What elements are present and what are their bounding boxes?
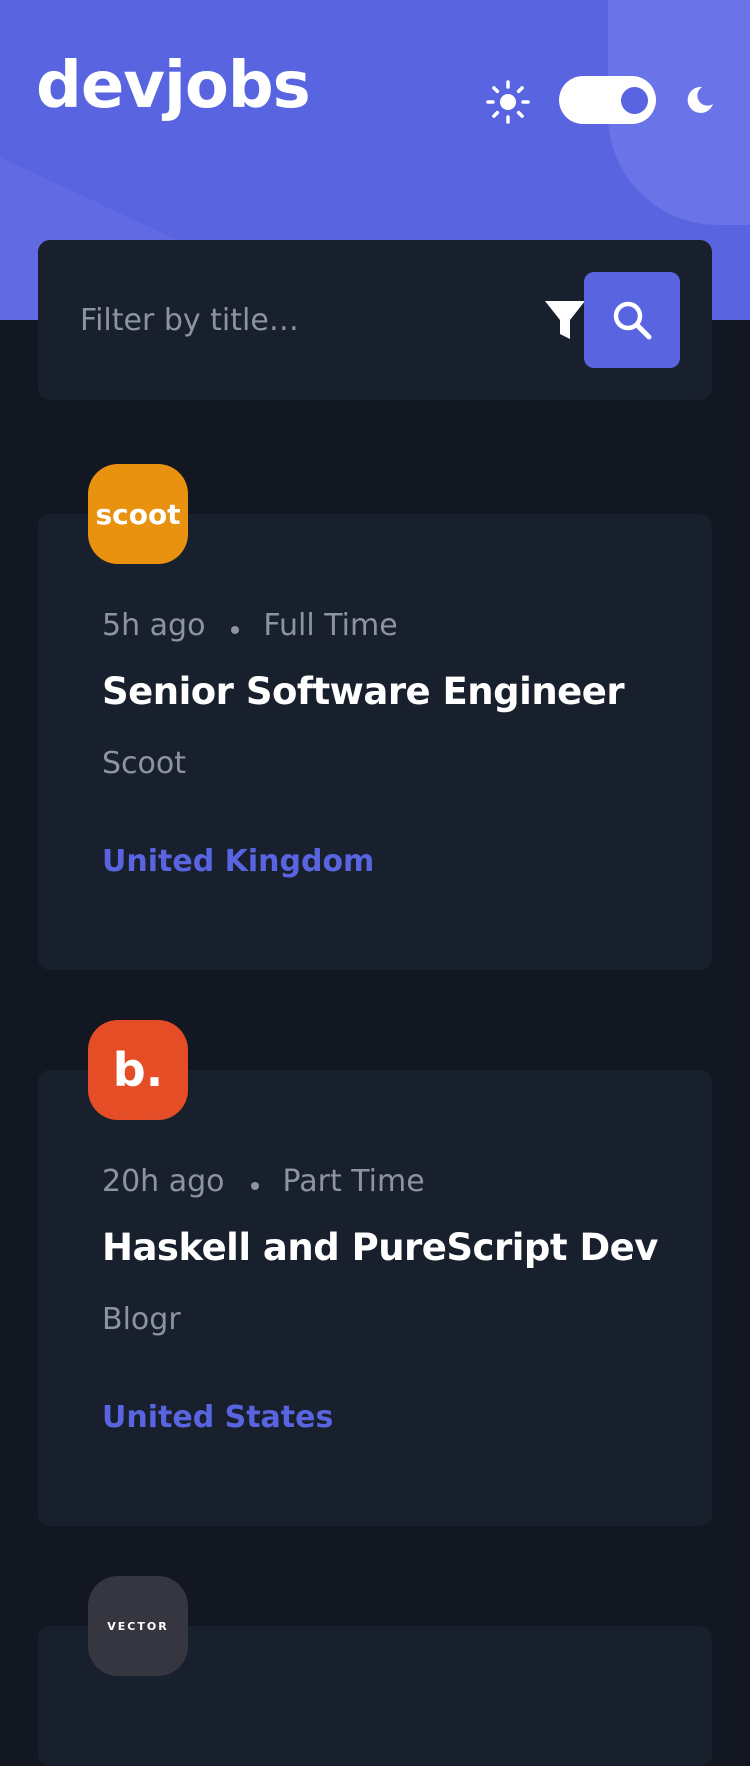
separator-dot — [231, 625, 240, 634]
app-logo[interactable]: devjobs — [36, 54, 311, 118]
title-search-input[interactable] — [80, 284, 460, 356]
job-title[interactable]: Senior Software Engineer — [102, 670, 625, 713]
contract-type: Full Time — [263, 608, 398, 643]
posted-time: 20h ago — [102, 1164, 225, 1199]
job-title[interactable]: Haskell and PureScript Dev — [102, 1226, 658, 1269]
company-logo: VECTOR — [88, 1576, 188, 1676]
moon-icon — [687, 86, 713, 113]
filter-icon — [545, 301, 585, 339]
theme-toggle-knob — [621, 87, 648, 114]
job-meta: 5h ago Full Time — [102, 608, 398, 643]
company-logo: scoot — [88, 464, 188, 564]
job-location: United States — [102, 1400, 334, 1435]
job-card[interactable]: VECTOR — [38, 1576, 712, 1766]
search-panel — [38, 240, 712, 400]
job-location: United Kingdom — [102, 844, 375, 879]
separator-dot — [250, 1181, 259, 1190]
theme-toggle[interactable] — [559, 76, 656, 124]
sun-icon — [486, 80, 530, 124]
search-button[interactable] — [584, 272, 680, 368]
company-name: Blogr — [102, 1302, 181, 1337]
posted-time: 5h ago — [102, 608, 206, 643]
job-card[interactable]: scoot 5h ago Full Time Senior Software E… — [38, 464, 712, 970]
company-logo: b. — [88, 1020, 188, 1120]
job-card[interactable]: b. 20h ago Part Time Haskell and PureScr… — [38, 1020, 712, 1526]
contract-type: Part Time — [282, 1164, 425, 1199]
job-meta: 20h ago Part Time — [102, 1164, 425, 1199]
search-icon — [613, 301, 652, 340]
company-name: Scoot — [102, 746, 187, 781]
